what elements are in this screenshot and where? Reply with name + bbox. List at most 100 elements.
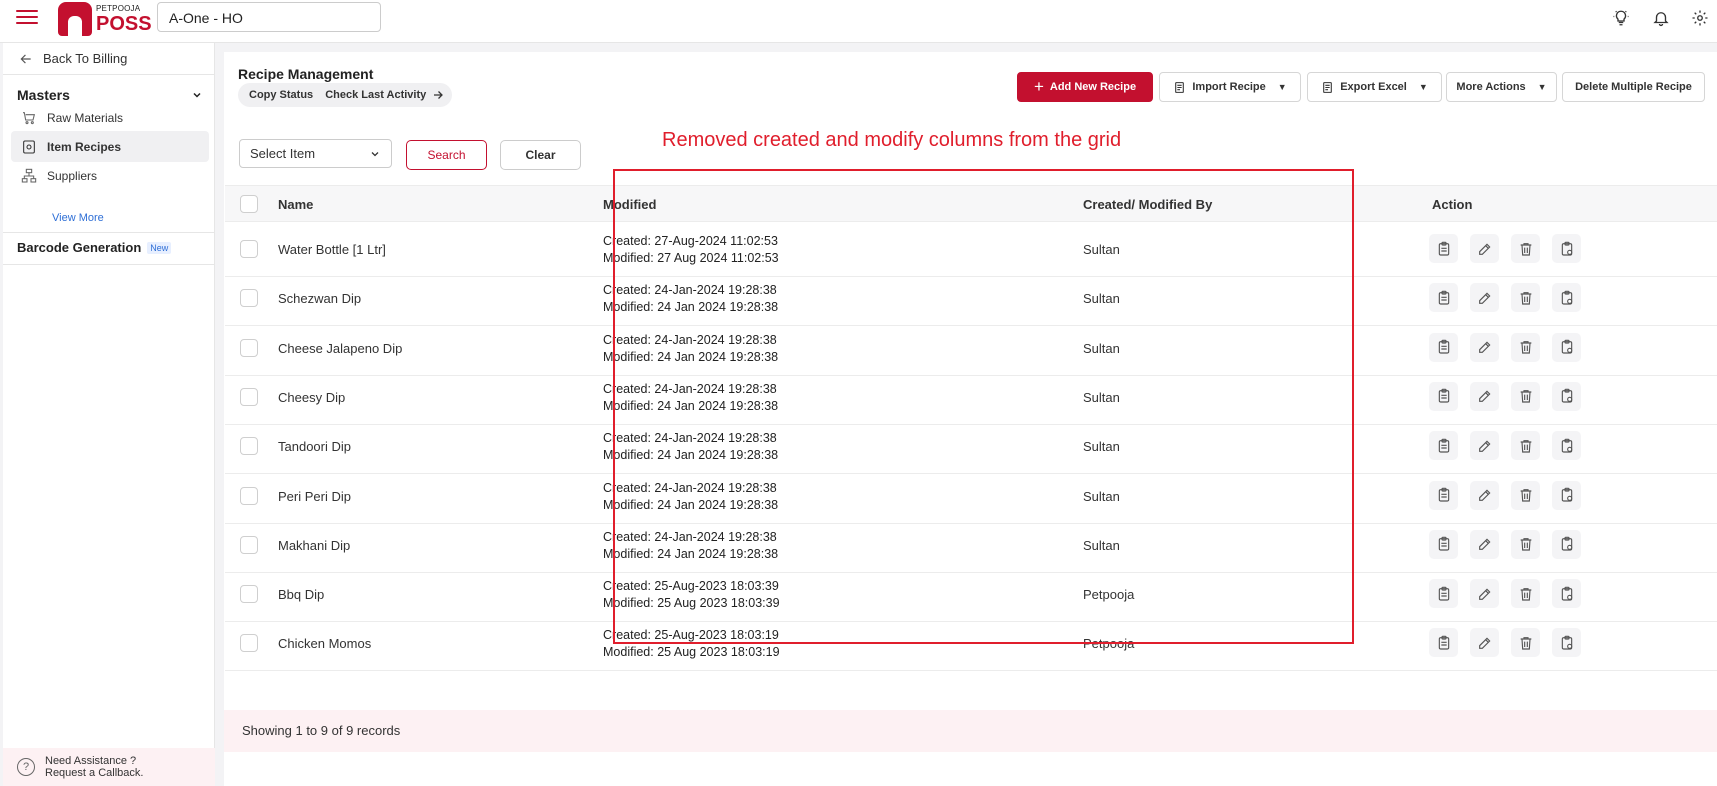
clipboard-action-button[interactable] <box>1429 628 1458 658</box>
copy-action-button[interactable] <box>1552 529 1581 559</box>
import-recipe-button[interactable]: Import Recipe ▼ <box>1159 72 1301 102</box>
edit-action-button[interactable] <box>1470 283 1499 313</box>
copy-icon <box>1559 536 1575 552</box>
copy-status-link[interactable]: Copy Status <box>249 89 313 101</box>
sidebar-item-label: Suppliers <box>47 168 98 183</box>
clipboard-action-button[interactable] <box>1429 283 1458 313</box>
cart-icon <box>23 111 36 124</box>
sidebar-item-barcode-generation[interactable]: Barcode Generation New <box>17 240 172 255</box>
delete-action-button[interactable] <box>1511 431 1540 461</box>
request-callback-link[interactable]: ? Need Assistance ? Request a Callback. <box>3 748 215 786</box>
clipboard-action-button[interactable] <box>1429 234 1458 263</box>
more-actions-button[interactable]: More Actions ▼ <box>1446 72 1557 102</box>
row-created-modified-by: Sultan <box>1083 291 1120 307</box>
row-checkbox[interactable] <box>240 486 258 505</box>
row-checkbox[interactable] <box>240 289 258 308</box>
column-header-name[interactable]: Name <box>278 197 313 212</box>
edit-icon <box>1477 487 1493 503</box>
edit-action-button[interactable] <box>1470 529 1499 559</box>
row-modified: Modified: 24 Jan 2024 19:28:38 <box>603 349 779 364</box>
edit-action-button[interactable] <box>1470 332 1499 362</box>
row-actions <box>1429 431 1581 461</box>
clipboard-action-button[interactable] <box>1429 579 1458 609</box>
column-header-modified[interactable]: Modified <box>603 197 656 212</box>
hamburger-menu-icon[interactable] <box>16 10 38 26</box>
export-excel-button[interactable]: Export Excel ▼ <box>1307 72 1442 102</box>
edit-icon <box>1477 339 1493 355</box>
annotation-text: Removed created and modify columns from … <box>662 129 1122 151</box>
row-checkbox[interactable] <box>240 634 258 653</box>
sidebar-item-item-recipes[interactable]: Item Recipes <box>11 131 209 162</box>
row-name: Schezwan Dip <box>278 291 362 307</box>
logo: PETPOOJA POSS <box>58 2 152 36</box>
view-more-link[interactable]: View More <box>52 212 104 224</box>
check-last-activity-link[interactable]: Check Last Activity <box>325 89 444 101</box>
search-button[interactable]: Search <box>406 140 487 170</box>
row-checkbox[interactable] <box>240 338 258 357</box>
table-row: Chicken Momos Created: 25-Aug-2023 18:03… <box>225 617 1717 672</box>
help-icon: ? <box>17 758 35 776</box>
delete-action-button[interactable] <box>1511 529 1540 559</box>
copy-action-button[interactable] <box>1552 234 1581 263</box>
delete-action-button[interactable] <box>1511 283 1540 313</box>
edit-action-button[interactable] <box>1470 431 1499 461</box>
sidebar-item-suppliers[interactable]: Suppliers <box>11 160 209 191</box>
gear-icon[interactable] <box>1691 9 1709 27</box>
delete-action-button[interactable] <box>1511 381 1540 411</box>
clipboard-action-button[interactable] <box>1429 381 1458 411</box>
bulb-icon[interactable] <box>1612 9 1630 27</box>
copy-action-button[interactable] <box>1552 579 1581 609</box>
outlet-selector[interactable]: A-One - HO <box>157 2 381 32</box>
sidebar-item-raw-materials[interactable]: Raw Materials <box>11 102 209 133</box>
clipboard-action-button[interactable] <box>1429 529 1458 559</box>
clear-button[interactable]: Clear <box>500 140 581 170</box>
row-checkbox[interactable] <box>240 535 258 554</box>
copy-action-button[interactable] <box>1552 283 1581 313</box>
row-checkbox[interactable] <box>240 437 258 456</box>
logo-mark-icon <box>58 2 92 36</box>
copy-action-button[interactable] <box>1552 381 1581 411</box>
bell-icon[interactable] <box>1652 9 1670 27</box>
delete-action-button[interactable] <box>1511 628 1540 658</box>
delete-action-button[interactable] <box>1511 234 1540 263</box>
caret-down-icon: ▼ <box>1537 82 1547 92</box>
row-dates: Created: 25-Aug-2023 18:03:19 Modified: … <box>603 627 780 661</box>
copy-action-button[interactable] <box>1552 332 1581 362</box>
clipboard-icon <box>1436 241 1452 257</box>
copy-icon <box>1559 388 1575 404</box>
delete-action-button[interactable] <box>1511 579 1540 609</box>
help-line-1: Need Assistance ? <box>45 755 137 767</box>
copy-action-button[interactable] <box>1552 431 1581 461</box>
row-actions <box>1429 579 1581 609</box>
delete-action-button[interactable] <box>1511 332 1540 362</box>
edit-action-button[interactable] <box>1470 234 1499 263</box>
clipboard-action-button[interactable] <box>1429 431 1458 461</box>
back-to-billing-link[interactable]: Back To Billing <box>19 51 127 66</box>
document-icon <box>1323 81 1333 93</box>
select-all-checkbox[interactable] <box>240 195 258 213</box>
copy-action-button[interactable] <box>1552 480 1581 510</box>
row-created: Created: 25-Aug-2023 18:03:19 <box>603 628 779 643</box>
edit-action-button[interactable] <box>1470 480 1499 510</box>
clipboard-action-button[interactable] <box>1429 480 1458 510</box>
row-checkbox[interactable] <box>240 387 258 406</box>
select-item-dropdown[interactable]: Select Item <box>239 139 392 168</box>
masters-section-toggle[interactable]: Masters <box>17 87 203 103</box>
row-dates: Created: 24-Jan-2024 19:28:38 Modified: … <box>603 430 778 464</box>
row-checkbox[interactable] <box>240 585 258 604</box>
clipboard-icon <box>1436 438 1452 454</box>
edit-action-button[interactable] <box>1470 381 1499 411</box>
delete-action-button[interactable] <box>1511 480 1540 510</box>
delete-multiple-recipe-button[interactable]: Delete Multiple Recipe <box>1562 72 1705 102</box>
row-dates: Created: 24-Jan-2024 19:28:38 Modified: … <box>603 332 778 366</box>
copy-icon <box>1559 241 1575 257</box>
delete-icon <box>1518 241 1534 257</box>
add-new-recipe-button[interactable]: + Add New Recipe <box>1017 72 1153 102</box>
edit-action-button[interactable] <box>1470 579 1499 609</box>
clipboard-action-button[interactable] <box>1429 332 1458 362</box>
row-checkbox[interactable] <box>240 240 258 258</box>
clipboard-icon <box>1436 536 1452 552</box>
column-header-created-modified-by[interactable]: Created/ Modified By <box>1083 197 1212 212</box>
edit-action-button[interactable] <box>1470 628 1499 658</box>
copy-action-button[interactable] <box>1552 628 1581 658</box>
